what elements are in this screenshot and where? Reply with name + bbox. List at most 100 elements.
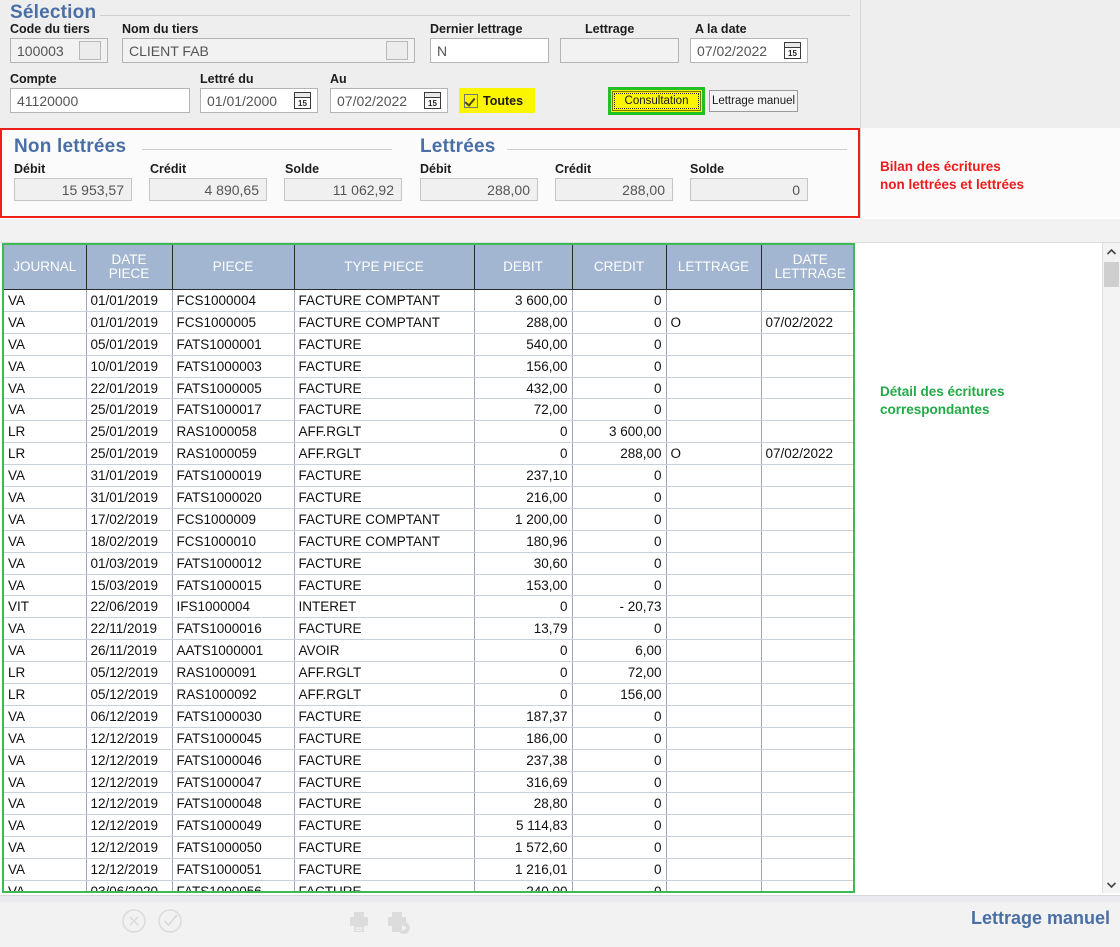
entries-grid-container[interactable]: JOURNALDATE PIECEPIECETYPE PIECEDEBITCRE… — [2, 243, 855, 893]
table-cell[interactable]: 07/02/2022 — [761, 311, 855, 333]
table-cell[interactable]: 1 216,01 — [474, 859, 572, 881]
table-cell[interactable]: 156,00 — [572, 684, 666, 706]
table-row[interactable]: VIT22/06/2019IFS1000004INTERET0- 20,73 — [4, 596, 855, 618]
table-cell[interactable]: 0 — [572, 837, 666, 859]
table-cell[interactable]: LR — [4, 443, 86, 465]
table-cell[interactable] — [666, 640, 761, 662]
table-row[interactable]: LR25/01/2019RAS1000058AFF.RGLT03 600,00 — [4, 421, 855, 443]
table-cell[interactable]: FATS1000016 — [172, 618, 294, 640]
table-cell[interactable]: VA — [4, 727, 86, 749]
table-cell[interactable]: 3 600,00 — [474, 290, 572, 312]
table-cell[interactable]: RAS1000092 — [172, 684, 294, 706]
table-cell[interactable] — [666, 530, 761, 552]
table-cell[interactable]: VA — [4, 552, 86, 574]
table-cell[interactable]: 0 — [572, 552, 666, 574]
table-cell[interactable]: 12/12/2019 — [86, 771, 172, 793]
table-cell[interactable]: LR — [4, 662, 86, 684]
table-cell[interactable] — [666, 684, 761, 706]
table-row[interactable]: VA18/02/2019FCS1000010FACTURE COMPTANT18… — [4, 530, 855, 552]
table-cell[interactable]: AVOIR — [294, 640, 474, 662]
table-cell[interactable]: 28,80 — [474, 793, 572, 815]
table-cell[interactable] — [666, 815, 761, 837]
table-cell[interactable] — [666, 355, 761, 377]
table-cell[interactable]: 0 — [572, 333, 666, 355]
table-cell[interactable]: VA — [4, 333, 86, 355]
table-cell[interactable]: FACTURE COMPTANT — [294, 311, 474, 333]
table-cell[interactable]: 0 — [474, 443, 572, 465]
table-cell[interactable]: 240,00 — [474, 881, 572, 893]
table-cell[interactable]: LR — [4, 684, 86, 706]
table-cell[interactable]: 0 — [474, 684, 572, 706]
table-cell[interactable]: FATS1000046 — [172, 749, 294, 771]
table-cell[interactable]: 0 — [474, 640, 572, 662]
table-cell[interactable]: RAS1000058 — [172, 421, 294, 443]
table-cell[interactable] — [666, 793, 761, 815]
table-cell[interactable] — [761, 749, 855, 771]
table-cell[interactable]: AFF.RGLT — [294, 684, 474, 706]
table-cell[interactable]: FATS1000012 — [172, 552, 294, 574]
calendar-icon[interactable]: 15 — [294, 92, 311, 109]
table-cell[interactable]: 01/01/2019 — [86, 290, 172, 312]
table-cell[interactable]: AFF.RGLT — [294, 443, 474, 465]
table-cell[interactable]: FATS1000003 — [172, 355, 294, 377]
table-cell[interactable] — [761, 793, 855, 815]
table-cell[interactable]: FACTURE — [294, 727, 474, 749]
table-cell[interactable]: 22/11/2019 — [86, 618, 172, 640]
table-cell[interactable]: 31/01/2019 — [86, 465, 172, 487]
table-cell[interactable]: VA — [4, 749, 86, 771]
table-cell[interactable]: FACTURE — [294, 771, 474, 793]
table-cell[interactable] — [761, 618, 855, 640]
table-cell[interactable]: 22/06/2019 — [86, 596, 172, 618]
table-cell[interactable]: FACTURE — [294, 793, 474, 815]
table-cell[interactable]: 10/01/2019 — [86, 355, 172, 377]
table-cell[interactable]: VA — [4, 355, 86, 377]
table-cell[interactable]: VA — [4, 618, 86, 640]
table-cell[interactable]: 0 — [572, 377, 666, 399]
table-cell[interactable] — [761, 662, 855, 684]
table-cell[interactable]: FACTURE — [294, 333, 474, 355]
table-cell[interactable]: 0 — [474, 421, 572, 443]
table-cell[interactable] — [666, 508, 761, 530]
table-cell[interactable]: 153,00 — [474, 574, 572, 596]
lettrage-input[interactable] — [560, 38, 679, 63]
table-cell[interactable] — [761, 771, 855, 793]
table-cell[interactable]: VA — [4, 771, 86, 793]
table-cell[interactable]: 0 — [572, 618, 666, 640]
table-cell[interactable]: VA — [4, 793, 86, 815]
table-cell[interactable]: 0 — [474, 662, 572, 684]
table-cell[interactable]: 288,00 — [474, 311, 572, 333]
compte-input[interactable]: 41120000 — [10, 88, 190, 113]
column-header-debit[interactable]: DEBIT — [474, 245, 572, 290]
table-cell[interactable]: 0 — [572, 508, 666, 530]
table-cell[interactable]: VA — [4, 837, 86, 859]
table-cell[interactable]: FATS1000001 — [172, 333, 294, 355]
table-cell[interactable]: 05/01/2019 — [86, 333, 172, 355]
table-cell[interactable]: FATS1000020 — [172, 487, 294, 509]
table-cell[interactable] — [666, 881, 761, 893]
table-cell[interactable]: 237,38 — [474, 749, 572, 771]
table-cell[interactable]: 0 — [572, 465, 666, 487]
table-cell[interactable]: FATS1000017 — [172, 399, 294, 421]
calendar-icon[interactable]: 15 — [784, 42, 801, 59]
table-row[interactable]: VA15/03/2019FATS1000015FACTURE153,000 — [4, 574, 855, 596]
table-cell[interactable]: FATS1000050 — [172, 837, 294, 859]
table-cell[interactable]: VA — [4, 640, 86, 662]
table-cell[interactable]: 0 — [572, 881, 666, 893]
table-cell[interactable]: 12/12/2019 — [86, 837, 172, 859]
table-cell[interactable]: VA — [4, 881, 86, 893]
table-cell[interactable]: FATS1000048 — [172, 793, 294, 815]
table-row[interactable]: LR05/12/2019RAS1000092AFF.RGLT0156,00 — [4, 684, 855, 706]
toutes-checkbox[interactable]: Toutes — [459, 88, 535, 113]
table-cell[interactable]: O — [666, 311, 761, 333]
table-cell[interactable]: 0 — [572, 530, 666, 552]
table-cell[interactable]: 06/12/2019 — [86, 705, 172, 727]
table-cell[interactable] — [761, 290, 855, 312]
table-cell[interactable]: FATS1000019 — [172, 465, 294, 487]
table-cell[interactable]: 18/02/2019 — [86, 530, 172, 552]
table-cell[interactable]: LR — [4, 421, 86, 443]
table-row[interactable]: VA22/11/2019FATS1000016FACTURE13,790 — [4, 618, 855, 640]
table-cell[interactable]: IFS1000004 — [172, 596, 294, 618]
table-cell[interactable]: FACTURE — [294, 487, 474, 509]
table-cell[interactable]: 25/01/2019 — [86, 399, 172, 421]
consultation-button[interactable]: Consultation — [612, 91, 701, 111]
